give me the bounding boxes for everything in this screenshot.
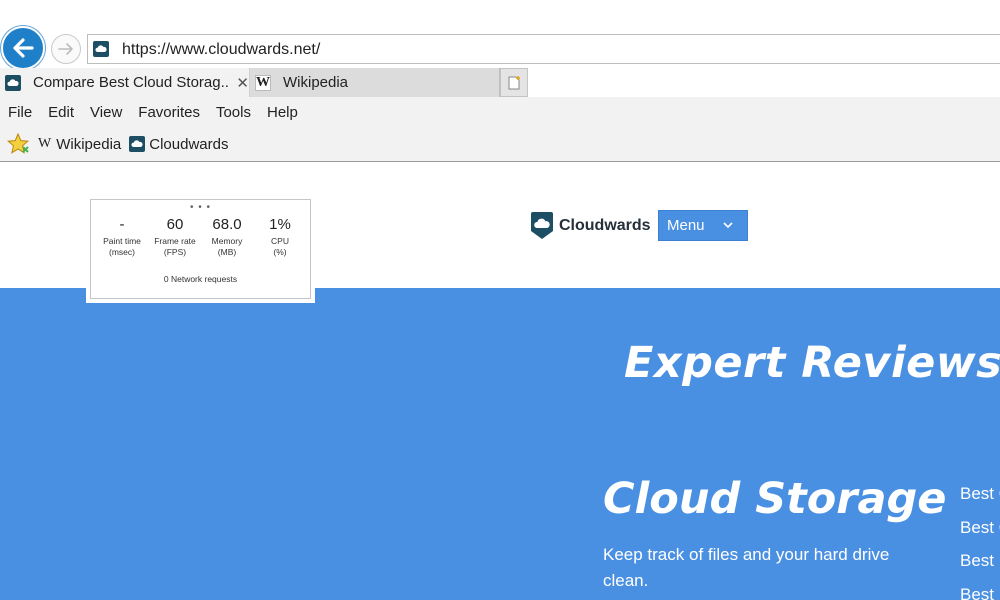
hero-title: Expert Reviews. Sin (624, 338, 1000, 388)
wikipedia-icon: W (38, 136, 52, 151)
section-title: Cloud Storage (603, 474, 947, 524)
metric-frame-rate: 60 Frame rate (FPS) (147, 216, 203, 258)
tab-wikipedia[interactable]: W Wikipedia (250, 68, 500, 97)
cloudwards-favicon-icon (93, 41, 109, 57)
metric-memory: 68.0 Memory (MB) (199, 216, 255, 258)
menu-bar: File Edit View Favorites Tools Help (0, 97, 1000, 127)
logo-text: Cloudwards (559, 216, 651, 234)
side-link-list: Best C Best C Best I Best (960, 484, 1000, 600)
menu-file[interactable]: File (8, 104, 32, 121)
favorite-wikipedia[interactable]: W Wikipedia (38, 136, 121, 153)
metric-label: Memory (211, 236, 243, 246)
new-tab-button[interactable] (500, 68, 528, 97)
back-button[interactable] (1, 26, 45, 70)
side-link[interactable]: Best C (960, 518, 1000, 552)
menu-tools[interactable]: Tools (216, 104, 251, 121)
favorite-cloudwards[interactable]: Cloudwards (129, 136, 228, 153)
metric-label: Paint time (103, 236, 141, 246)
url-field[interactable]: https://www.cloudwards.net/ (87, 34, 1000, 64)
tab-title: Wikipedia (283, 74, 349, 91)
metric-value: 60 (166, 216, 184, 233)
metric-value: 68.0 (212, 216, 242, 233)
metric-unit: (FPS) (163, 247, 187, 257)
hero-section: Expert Reviews. Sin Cloud Storage Keep t… (0, 288, 1000, 600)
favorite-label: Cloudwards (149, 135, 229, 153)
forward-arrow-icon (58, 43, 73, 55)
metric-label: Frame rate (154, 236, 196, 246)
overlay-drag-handle[interactable]: • • • (91, 202, 310, 213)
url-text: https://www.cloudwards.net/ (122, 41, 321, 58)
site-logo[interactable]: Cloudwards (531, 212, 651, 239)
side-link[interactable]: Best (960, 585, 1000, 600)
favorites-bar: W Wikipedia Cloudwards (0, 127, 1000, 162)
site-menu-button[interactable]: Menu (658, 210, 748, 241)
metric-value: 1% (269, 216, 291, 233)
wikipedia-favicon-icon: W (255, 74, 271, 91)
new-tab-icon (508, 75, 520, 89)
cloudwards-logo-icon (531, 212, 553, 239)
performance-overlay[interactable]: • • • - Paint time (msec) 60 Frame rate … (90, 199, 311, 299)
chevron-down-icon (723, 222, 733, 229)
metric-unit: (%) (273, 247, 287, 257)
menu-view[interactable]: View (90, 104, 122, 121)
back-arrow-icon (13, 38, 34, 58)
tab-close-icon[interactable]: ✕ (236, 74, 249, 92)
browser-window: https://www.cloudwards.net/ Compare Best… (0, 0, 1000, 600)
side-link[interactable]: Best C (960, 484, 1000, 518)
forward-button[interactable] (51, 34, 81, 64)
menu-button-label: Menu (667, 217, 705, 234)
menu-edit[interactable]: Edit (48, 104, 74, 121)
tab-title: Compare Best Cloud Storag... (33, 74, 231, 91)
metric-value: - (119, 216, 125, 233)
side-link[interactable]: Best I (960, 551, 1000, 585)
section-description: Keep track of files and your hard drive … (603, 545, 890, 590)
metric-paint-time: - Paint time (msec) (94, 216, 150, 258)
metric-cpu: 1% CPU (%) (252, 216, 308, 258)
network-requests: 0 Network requests (163, 274, 238, 284)
tab-cloudwards[interactable]: Compare Best Cloud Storag... ✕ (0, 68, 250, 97)
address-row: https://www.cloudwards.net/ (0, 0, 1000, 70)
metric-unit: (MB) (217, 247, 237, 257)
add-favorite-star-icon[interactable] (6, 132, 30, 156)
cloudwards-favicon-icon (129, 136, 146, 152)
favorite-label: Wikipedia (56, 135, 122, 153)
tab-strip: Compare Best Cloud Storag... ✕ W Wikiped… (0, 68, 1000, 97)
metric-unit: (msec) (109, 247, 135, 257)
menu-favorites[interactable]: Favorites (138, 104, 200, 121)
metric-label: CPU (271, 236, 289, 246)
menu-help[interactable]: Help (267, 104, 298, 121)
cloudwards-favicon-icon (5, 74, 21, 91)
